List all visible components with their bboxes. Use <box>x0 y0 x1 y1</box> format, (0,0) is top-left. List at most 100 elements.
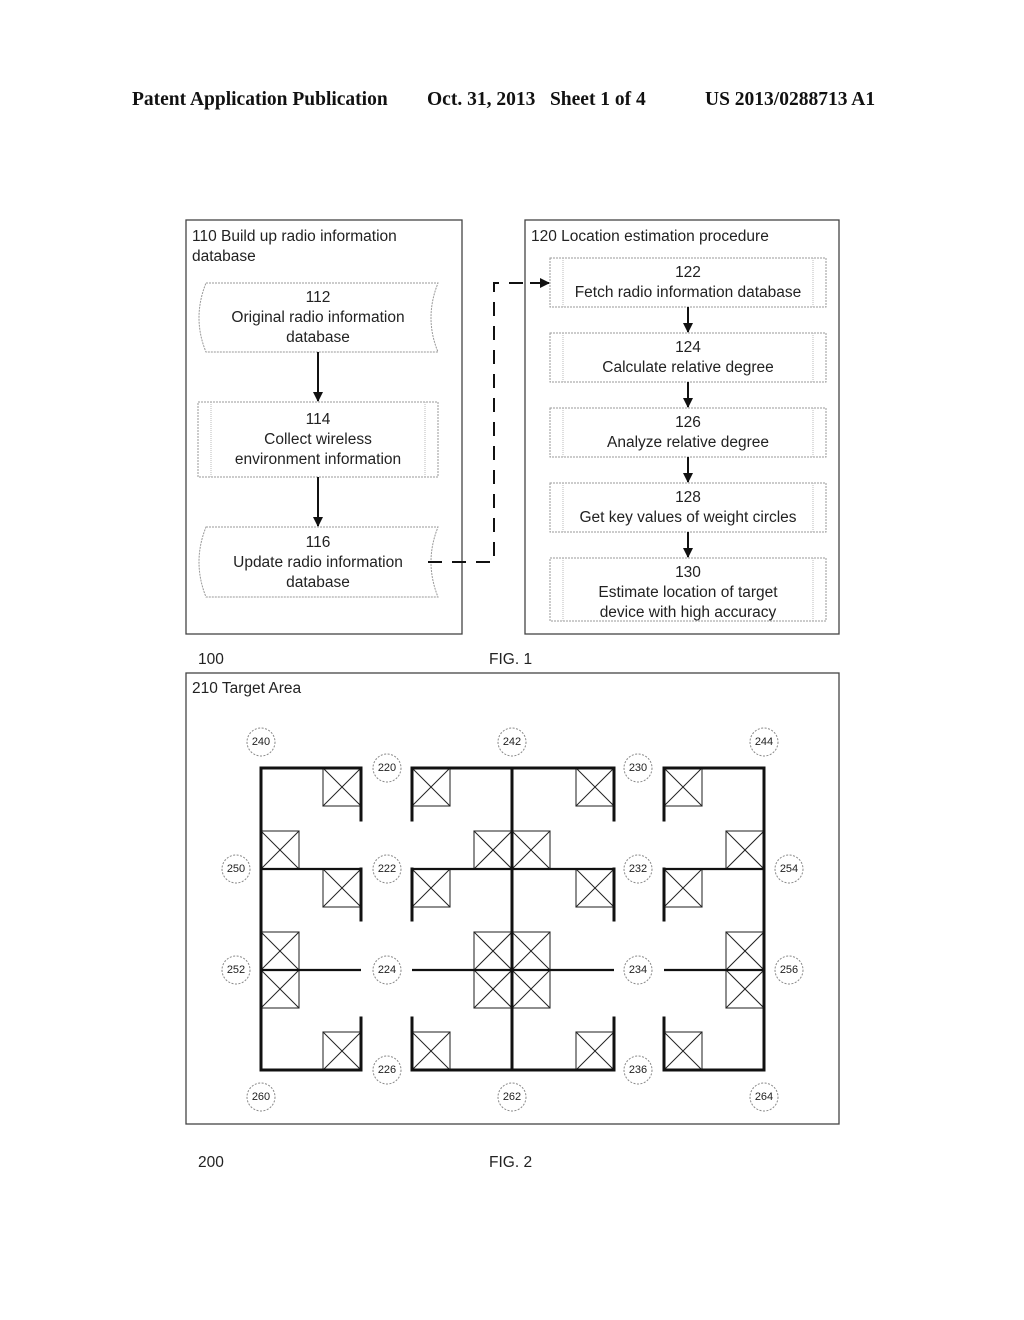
fig1: 110 Build up radio information database … <box>185 219 840 668</box>
group-110-title-line2: database <box>192 248 256 265</box>
reference-label: 256 <box>780 964 798 976</box>
reference-label: 260 <box>252 1091 270 1103</box>
step-112-number: 112 <box>306 289 331 306</box>
step-126-number: 126 <box>675 414 701 431</box>
fig2-caption: FIG. 2 <box>489 1154 532 1171</box>
step-124-label: Calculate relative degree <box>602 359 773 376</box>
furniture-box <box>322 868 362 908</box>
furniture-box <box>663 868 703 908</box>
reference-circle-220: 220 <box>372 753 402 783</box>
reference-circle-242: 242 <box>497 727 527 757</box>
figure-canvas: 110 Build up radio information database … <box>185 219 840 1171</box>
step-116-label: Update radio information <box>233 554 403 571</box>
furniture-box <box>260 931 300 971</box>
step-130-label: device with high accuracy <box>600 604 777 621</box>
step-128-label: Get key values of weight circles <box>579 509 796 526</box>
furniture-box <box>511 969 551 1009</box>
reference-circle-226: 226 <box>372 1055 402 1085</box>
reference-label: 222 <box>378 863 396 875</box>
step-130: 130 Estimate location of target device wit… <box>549 557 827 622</box>
fig2-reference-number: 200 <box>198 1154 224 1171</box>
furniture-box <box>511 830 551 870</box>
reference-circle-236: 236 <box>623 1055 653 1085</box>
furniture-box <box>473 969 513 1009</box>
reference-circle-262: 262 <box>497 1082 527 1112</box>
reference-label: 244 <box>755 736 773 748</box>
reference-label: 224 <box>378 964 396 976</box>
fig2: 210 Target Area 220222224226230232234236… <box>185 672 840 1171</box>
furniture-box <box>575 1031 615 1071</box>
step-122-number: 122 <box>675 264 701 281</box>
step-130-label: Estimate location of target <box>598 584 778 601</box>
reference-label: 250 <box>227 863 245 875</box>
reference-circle-240: 240 <box>246 727 276 757</box>
furniture-box <box>411 767 451 807</box>
fig1-caption: FIG. 1 <box>489 651 532 668</box>
step-124: 124 Calculate relative degree <box>549 332 827 383</box>
furniture-box <box>260 969 300 1009</box>
step-116: 116 Update radio information database <box>198 526 439 598</box>
step-112: 112 Original radio information database <box>198 282 439 353</box>
reference-circle-224: 224 <box>372 955 402 985</box>
dashed-connector-116-122 <box>428 282 540 563</box>
furniture-box <box>663 767 703 807</box>
reference-label: 226 <box>378 1064 396 1076</box>
furniture-box <box>725 969 765 1009</box>
step-116-number: 116 <box>306 534 331 551</box>
reference-label: 240 <box>252 736 270 748</box>
step-114-number: 114 <box>306 411 331 428</box>
step-114: 114 Collect wireless environment informa… <box>197 401 439 478</box>
group-120-steps: 122 Fetch radio information database 124 Ca… <box>549 257 827 622</box>
group-120-title: 120 Location estimation procedure <box>531 228 769 245</box>
target-area-title: 210 Target Area <box>192 680 302 697</box>
furniture-box <box>322 1031 362 1071</box>
reference-circle-232: 232 <box>623 854 653 884</box>
wall-block-c <box>662 766 766 1072</box>
furniture-box <box>511 931 551 971</box>
reference-circle-230: 230 <box>623 753 653 783</box>
step-126: 126 Analyze relative degree <box>549 407 827 458</box>
group-120-location-estimation: 120 Location estimation procedure 122 Fet… <box>524 219 840 635</box>
furniture-box <box>411 868 451 908</box>
step-128: 128 Get key values of weight circles <box>549 482 827 533</box>
step-112-label-line2: database <box>286 329 350 346</box>
reference-label: 262 <box>503 1091 521 1103</box>
reference-circle-264: 264 <box>749 1082 779 1112</box>
furniture-box <box>575 767 615 807</box>
reference-label: 236 <box>629 1064 647 1076</box>
step-126-label: Analyze relative degree <box>607 434 769 451</box>
reference-label: 232 <box>629 863 647 875</box>
walls <box>259 766 766 1072</box>
step-124-number: 124 <box>675 339 701 356</box>
reference-label: 242 <box>503 736 521 748</box>
reference-circle-244: 244 <box>749 727 779 757</box>
step-114-label-line2: environment information <box>235 451 401 468</box>
reference-circle-222: 222 <box>372 854 402 884</box>
step-122: 122 Fetch radio information database <box>549 257 827 308</box>
reference-circle-234: 234 <box>623 955 653 985</box>
furniture-box <box>725 830 765 870</box>
reference-label: 230 <box>629 762 647 774</box>
group-110-title: 110 Build up radio information <box>192 228 397 245</box>
reference-circle-256: 256 <box>774 955 804 985</box>
wall-block-a <box>259 766 363 1072</box>
group-110-build-database: 110 Build up radio information database … <box>185 219 463 635</box>
reference-circle-252: 252 <box>221 955 251 985</box>
furniture-box <box>322 767 362 807</box>
furniture-box <box>725 931 765 971</box>
reference-label: 220 <box>378 762 396 774</box>
step-114-label: Collect wireless <box>264 431 372 448</box>
step-122-label: Fetch radio information database <box>575 284 802 301</box>
step-128-number: 128 <box>675 489 701 506</box>
furniture-box <box>411 1031 451 1071</box>
reference-circle-260: 260 <box>246 1082 276 1112</box>
furniture-box <box>663 1031 703 1071</box>
step-112-label: Original radio information <box>231 309 404 326</box>
furniture-box <box>260 830 300 870</box>
reference-label: 234 <box>629 964 647 976</box>
furniture-box <box>575 868 615 908</box>
furniture-box <box>473 830 513 870</box>
reference-label: 254 <box>780 863 798 875</box>
step-116-label-line2: database <box>286 574 350 591</box>
fig1-reference-number: 100 <box>198 651 224 668</box>
